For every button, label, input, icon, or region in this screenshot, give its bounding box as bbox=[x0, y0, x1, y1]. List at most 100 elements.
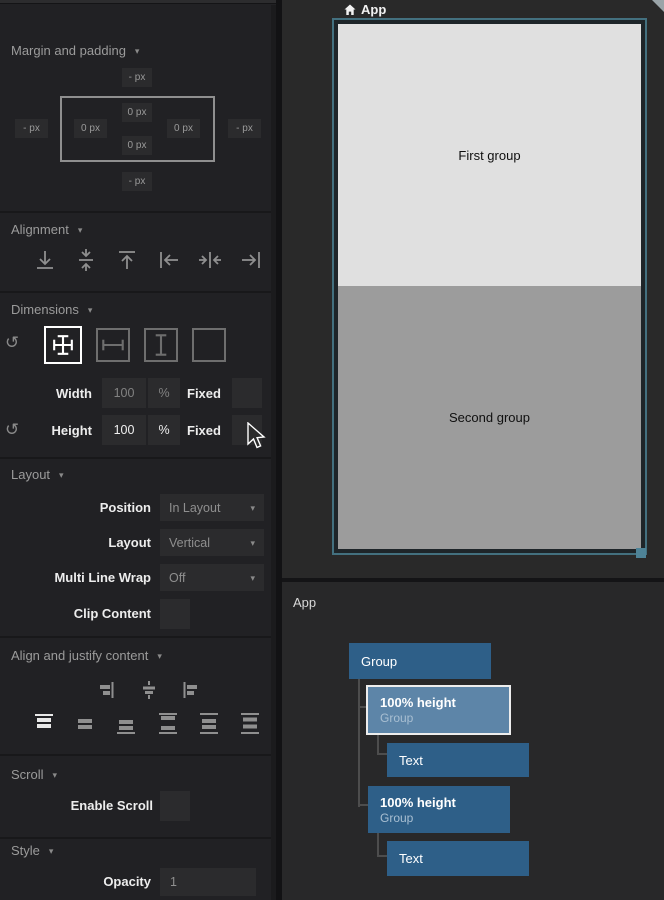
chevron-down-icon: ▾ bbox=[135, 45, 140, 56]
align-content-center-icon[interactable] bbox=[139, 680, 159, 700]
justify-space-evenly-icon[interactable] bbox=[237, 712, 263, 736]
align-horizontal-center-icon[interactable] bbox=[197, 247, 223, 273]
padding-bottom-field[interactable]: 0 px bbox=[122, 136, 152, 155]
section-title: Layout bbox=[11, 467, 50, 482]
align-content-left-icon[interactable] bbox=[180, 680, 200, 700]
tree-node-text[interactable]: Text bbox=[387, 743, 529, 777]
app-root: Margin and padding ▾ - px 0 px 0 px 0 px… bbox=[0, 0, 664, 900]
margin-bottom-field[interactable]: - px bbox=[122, 172, 152, 191]
section-title: Margin and padding bbox=[11, 43, 126, 58]
layout-dropdown[interactable]: Vertical ▾ bbox=[160, 529, 264, 556]
tree-connector bbox=[377, 735, 379, 755]
align-vertical-center-icon[interactable] bbox=[73, 247, 99, 273]
justify-space-between-icon[interactable] bbox=[155, 712, 181, 736]
position-value: In Layout bbox=[169, 501, 220, 515]
chevron-down-icon: ▾ bbox=[88, 304, 93, 315]
size-mode-toolbar bbox=[44, 326, 226, 364]
height-fixed-label: Fixed bbox=[187, 416, 227, 446]
section-header-layout[interactable]: Layout ▾ bbox=[11, 467, 64, 482]
multi-line-wrap-value: Off bbox=[169, 571, 185, 585]
section-header-alignment[interactable]: Alignment ▾ bbox=[11, 222, 82, 237]
section-header-dimensions[interactable]: Dimensions ▾ bbox=[11, 302, 92, 317]
resize-handle[interactable] bbox=[636, 548, 646, 558]
width-fixed-checkbox[interactable] bbox=[232, 378, 262, 408]
node-title: 100% height bbox=[380, 695, 509, 710]
size-content-button[interactable] bbox=[192, 328, 226, 362]
padding-top-field[interactable]: 0 px bbox=[122, 103, 152, 122]
align-bottom-icon[interactable] bbox=[32, 247, 58, 273]
align-content-toolbar bbox=[97, 680, 200, 700]
margin-left-field[interactable]: - px bbox=[15, 119, 48, 138]
tree-root-label: App bbox=[293, 595, 316, 610]
enable-scroll-label: Enable Scroll bbox=[0, 791, 153, 820]
node-tree-panel: App Group 100% height Group Text 100% he… bbox=[282, 582, 664, 900]
node-title: 100% height bbox=[380, 795, 510, 810]
section-divider bbox=[0, 837, 271, 839]
chevron-down-icon: ▾ bbox=[49, 845, 54, 856]
tree-node-group-selected[interactable]: 100% height Group bbox=[366, 685, 511, 735]
home-icon bbox=[344, 4, 356, 16]
first-group[interactable]: First group bbox=[338, 24, 641, 286]
size-height-button[interactable] bbox=[144, 328, 178, 362]
multi-line-wrap-label: Multi Line Wrap bbox=[0, 564, 151, 591]
multi-line-wrap-dropdown[interactable]: Off ▾ bbox=[160, 564, 264, 591]
height-value-input[interactable]: 100 bbox=[102, 415, 146, 445]
tree-node-group[interactable]: Group bbox=[349, 643, 491, 679]
section-title: Align and justify content bbox=[11, 648, 148, 663]
node-label: Group bbox=[361, 654, 491, 669]
layout-value: Vertical bbox=[169, 536, 210, 550]
tree-connector bbox=[358, 679, 360, 807]
position-dropdown[interactable]: In Layout ▾ bbox=[160, 494, 264, 521]
width-value-input[interactable]: 100 bbox=[102, 378, 146, 408]
justify-top-icon[interactable] bbox=[31, 712, 57, 736]
enable-scroll-checkbox[interactable] bbox=[160, 791, 190, 821]
justify-bottom-icon[interactable] bbox=[113, 712, 139, 736]
section-title: Style bbox=[11, 843, 40, 858]
panel-top-strip bbox=[0, 0, 276, 4]
size-width-button[interactable] bbox=[96, 328, 130, 362]
canvas-corner-marker bbox=[652, 0, 664, 12]
opacity-input[interactable]: 1 bbox=[160, 868, 256, 896]
first-group-label: First group bbox=[458, 148, 520, 163]
align-left-icon[interactable] bbox=[156, 247, 182, 273]
margin-top-field[interactable]: - px bbox=[122, 68, 152, 87]
layout-label: Layout bbox=[0, 529, 151, 556]
padding-left-field[interactable]: 0 px bbox=[74, 119, 107, 138]
node-subtitle: Group bbox=[380, 811, 510, 825]
section-header-scroll[interactable]: Scroll ▾ bbox=[11, 767, 57, 782]
mouse-cursor bbox=[246, 422, 268, 452]
breadcrumb-label: App bbox=[361, 2, 386, 17]
tree-connector bbox=[377, 833, 379, 857]
width-fixed-label: Fixed bbox=[187, 379, 227, 409]
second-group[interactable]: Second group bbox=[338, 286, 641, 549]
chevron-down-icon: ▾ bbox=[157, 650, 162, 661]
reset-size-icon[interactable]: ↺ bbox=[5, 334, 19, 351]
clip-content-checkbox[interactable] bbox=[160, 599, 190, 629]
justify-center-icon[interactable] bbox=[72, 712, 98, 736]
margin-right-field[interactable]: - px bbox=[228, 119, 261, 138]
section-header-align-justify[interactable]: Align and justify content ▾ bbox=[11, 648, 162, 663]
breadcrumb[interactable]: App bbox=[344, 2, 386, 17]
section-divider bbox=[0, 211, 271, 213]
align-content-right-icon[interactable] bbox=[97, 680, 117, 700]
align-top-icon[interactable] bbox=[114, 247, 140, 273]
app-canvas-frame[interactable]: First group Second group bbox=[332, 18, 647, 555]
chevron-down-icon: ▾ bbox=[53, 769, 58, 780]
height-unit-button[interactable]: % bbox=[146, 415, 180, 445]
align-right-icon[interactable] bbox=[238, 247, 264, 273]
chevron-down-icon: ▾ bbox=[250, 537, 255, 548]
section-divider bbox=[0, 457, 271, 459]
tree-node-group-2[interactable]: 100% height Group bbox=[368, 786, 510, 833]
padding-right-field[interactable]: 0 px bbox=[167, 119, 200, 138]
justify-space-around-icon[interactable] bbox=[196, 712, 222, 736]
section-title: Alignment bbox=[11, 222, 69, 237]
node-subtitle: Group bbox=[380, 711, 509, 725]
section-divider bbox=[0, 636, 271, 638]
size-width-and-height-button[interactable] bbox=[44, 326, 82, 364]
alignment-toolbar bbox=[32, 247, 264, 273]
width-unit-button[interactable]: % bbox=[146, 378, 180, 408]
tree-node-text-2[interactable]: Text bbox=[387, 841, 529, 876]
canvas-content: First group Second group bbox=[338, 24, 641, 549]
section-header-margin-padding[interactable]: Margin and padding ▾ bbox=[11, 43, 139, 58]
section-header-style[interactable]: Style ▾ bbox=[11, 843, 53, 858]
